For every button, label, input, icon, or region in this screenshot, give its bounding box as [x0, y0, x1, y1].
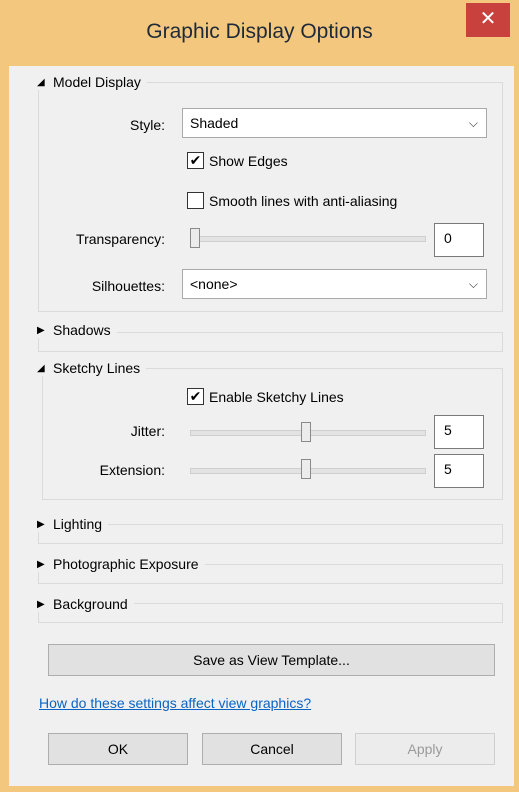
- background-header[interactable]: ▶ Background: [37, 596, 134, 612]
- chevron-down-icon: ⌵: [468, 277, 478, 291]
- model-display-header[interactable]: ◢ Model Display: [37, 74, 147, 90]
- silhouettes-label: Silhouettes:: [91, 278, 165, 294]
- close-icon: ✕: [479, 8, 497, 30]
- model-display-label: Model Display: [53, 74, 141, 90]
- show-edges-check-icon: ✔: [187, 152, 204, 169]
- extension-label: Extension:: [99, 462, 165, 478]
- cancel-button[interactable]: Cancel: [202, 733, 342, 765]
- jitter-slider-thumb[interactable]: [301, 422, 311, 442]
- chevron-down-icon: ⌵: [468, 116, 478, 130]
- enable-sketchy-check-icon: ✔: [187, 388, 204, 405]
- expanded-arrow-icon: ◢: [37, 362, 45, 374]
- shadows-header[interactable]: ▶ Shadows: [37, 322, 117, 338]
- ok-button[interactable]: OK: [48, 733, 188, 765]
- silhouettes-dropdown[interactable]: <none> ⌵: [182, 269, 487, 299]
- close-button[interactable]: ✕: [466, 3, 510, 37]
- collapsed-arrow-icon: ▶: [37, 598, 45, 610]
- show-edges-checkbox[interactable]: ✔ Show Edges: [187, 152, 288, 169]
- show-edges-label: Show Edges: [209, 152, 288, 169]
- help-link[interactable]: How do these settings affect view graphi…: [39, 695, 311, 711]
- transparency-slider-track[interactable]: [190, 236, 426, 242]
- lighting-label: Lighting: [53, 516, 103, 532]
- photographic-exposure-label: Photographic Exposure: [53, 556, 199, 572]
- collapsed-arrow-icon: ▶: [37, 324, 45, 336]
- extension-slider-thumb[interactable]: [301, 459, 311, 479]
- transparency-label: Transparency:: [76, 231, 165, 247]
- sketchy-lines-header[interactable]: ◢ Sketchy Lines: [37, 360, 147, 376]
- photographic-exposure-header[interactable]: ▶ Photographic Exposure: [37, 556, 205, 572]
- extension-input[interactable]: 5: [434, 454, 484, 488]
- smooth-lines-label: Smooth lines with anti-aliasing: [209, 192, 398, 209]
- expanded-arrow-icon: ◢: [37, 76, 45, 88]
- jitter-label: Jitter:: [130, 423, 165, 439]
- style-label: Style:: [129, 117, 165, 133]
- collapsed-arrow-icon: ▶: [37, 558, 45, 570]
- smooth-lines-checkbox[interactable]: Smooth lines with anti-aliasing: [187, 192, 397, 209]
- dialog-content: ◢ Model Display Style: Shaded ⌵ ✔ Show E…: [9, 66, 514, 786]
- dialog-window: Graphic Display Options ✕ ◢ Model Displa…: [0, 0, 519, 792]
- shadows-label: Shadows: [53, 322, 111, 338]
- jitter-input[interactable]: 5: [434, 415, 484, 449]
- lighting-header[interactable]: ▶ Lighting: [37, 516, 109, 532]
- save-as-view-template-button[interactable]: Save as View Template...: [48, 644, 495, 676]
- sketchy-lines-label: Sketchy Lines: [53, 360, 141, 376]
- enable-sketchy-lines-checkbox[interactable]: ✔ Enable Sketchy Lines: [187, 388, 344, 405]
- transparency-slider-thumb[interactable]: [190, 228, 200, 248]
- smooth-lines-box: [187, 192, 204, 209]
- title-bar: Graphic Display Options ✕: [0, 0, 519, 66]
- collapsed-arrow-icon: ▶: [37, 518, 45, 530]
- transparency-input[interactable]: 0: [434, 223, 484, 257]
- silhouettes-value: <none>: [190, 276, 238, 292]
- dialog-title: Graphic Display Options: [146, 20, 373, 43]
- background-label: Background: [53, 596, 128, 612]
- apply-button[interactable]: Apply: [355, 733, 495, 765]
- enable-sketchy-lines-label: Enable Sketchy Lines: [209, 388, 344, 405]
- style-value: Shaded: [190, 115, 239, 131]
- style-dropdown[interactable]: Shaded ⌵: [182, 108, 487, 138]
